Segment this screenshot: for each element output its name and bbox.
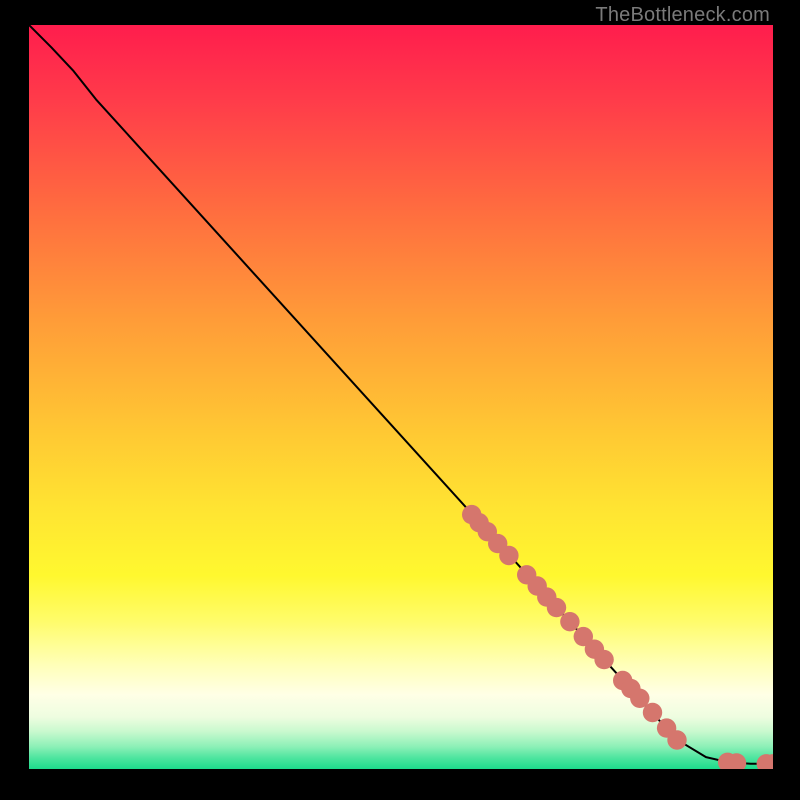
heat-gradient-background xyxy=(29,25,773,769)
chart-stage: TheBottleneck.com xyxy=(0,0,800,800)
plot-area xyxy=(29,25,773,769)
watermark-label: TheBottleneck.com xyxy=(595,4,770,27)
